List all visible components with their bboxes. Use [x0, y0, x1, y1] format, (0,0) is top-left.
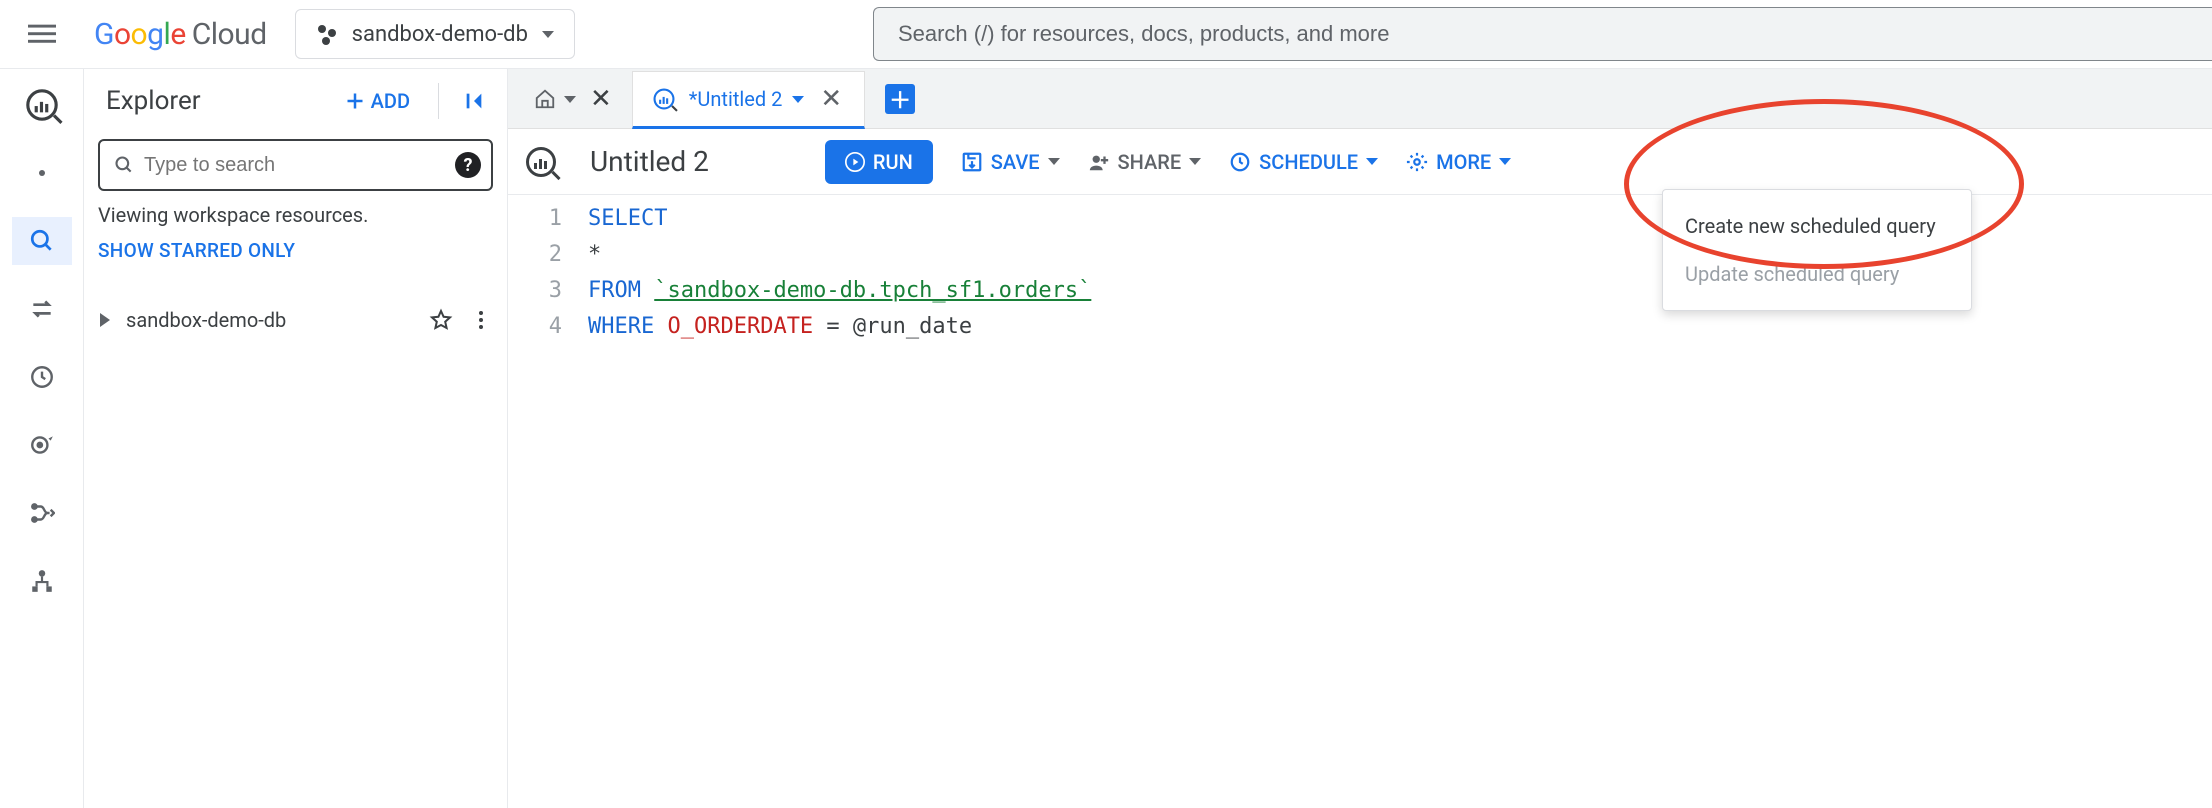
- spacer: [98, 274, 493, 284]
- top-header: GoogleCloud sandbox-demo-db: [0, 0, 2212, 68]
- chevron-down-icon: [1189, 158, 1201, 165]
- main-area: Explorer ADD ? Viewing workspace resourc…: [0, 68, 2212, 808]
- line-number: 3: [508, 273, 562, 309]
- more-label: MORE: [1436, 150, 1491, 174]
- rail-target-icon[interactable]: [12, 421, 72, 469]
- explorer-body: ? Viewing workspace resources. SHOW STAR…: [84, 133, 507, 344]
- more-vert-icon[interactable]: [469, 308, 493, 332]
- kw-select: SELECT: [588, 206, 667, 231]
- rail-transfer-icon[interactable]: [12, 285, 72, 333]
- left-icon-rail: [0, 69, 84, 808]
- close-tab-icon[interactable]: ✕: [814, 84, 848, 114]
- chevron-down-icon[interactable]: [792, 96, 804, 103]
- chevron-down-icon: [1048, 158, 1060, 165]
- save-button[interactable]: SAVE: [961, 150, 1060, 174]
- play-icon: [845, 152, 865, 172]
- schedule-button[interactable]: SCHEDULE: [1229, 150, 1378, 174]
- table-ref: `sandbox-demo-db.tpch_sf1.orders`: [654, 278, 1091, 303]
- more-button[interactable]: MORE: [1406, 150, 1511, 174]
- document-title: Untitled 2: [590, 145, 709, 178]
- explorer-header: Explorer ADD: [84, 69, 507, 133]
- share-button[interactable]: SHARE: [1088, 150, 1202, 174]
- close-home-tab[interactable]: ✕: [584, 84, 618, 114]
- run-button[interactable]: RUN: [825, 140, 933, 184]
- query-tab-active[interactable]: *Untitled 2 ✕: [632, 71, 865, 129]
- divider: [438, 83, 439, 119]
- new-tab-button[interactable]: ＋: [885, 84, 915, 114]
- col-name: O_ORDERDATE: [667, 314, 813, 339]
- run-button-label: RUN: [873, 150, 913, 174]
- code-rest: = @run_date: [813, 314, 972, 339]
- explorer-search-field[interactable]: ?: [98, 139, 493, 191]
- project-node-label: sandbox-demo-db: [126, 308, 286, 332]
- home-icon: [534, 88, 556, 110]
- line-number: 1: [508, 201, 562, 237]
- menu-icon[interactable]: [18, 10, 66, 58]
- global-search-input[interactable]: [873, 7, 2212, 61]
- line-gutter: 1 2 3 4: [508, 195, 578, 808]
- chevron-down-icon: [542, 31, 554, 38]
- explorer-title: Explorer: [106, 86, 327, 116]
- chevron-down-icon[interactable]: [564, 96, 576, 103]
- chevron-down-icon: [1499, 158, 1511, 165]
- share-icon: [1088, 151, 1110, 173]
- query-tab-icon: [653, 89, 674, 110]
- query-tab-label: *Untitled 2: [689, 87, 783, 111]
- kw-from: FROM: [588, 278, 641, 303]
- rail-bigquery-icon[interactable]: [12, 81, 72, 129]
- rail-search-icon[interactable]: [12, 217, 72, 265]
- line-number: 2: [508, 237, 562, 273]
- clock-icon: [1229, 151, 1251, 173]
- rail-migrate-icon[interactable]: [12, 489, 72, 537]
- project-picker[interactable]: sandbox-demo-db: [295, 9, 575, 59]
- schedule-label: SCHEDULE: [1259, 150, 1358, 174]
- update-scheduled-query-item: Update scheduled query: [1663, 250, 1971, 298]
- line-number: 4: [508, 309, 562, 345]
- gear-icon: [1406, 151, 1428, 173]
- bigquery-icon: [526, 147, 556, 177]
- chevron-down-icon: [1366, 158, 1378, 165]
- tab-strip: ✕ *Untitled 2 ✕ ＋: [508, 69, 2212, 129]
- home-tab[interactable]: ✕: [520, 70, 632, 128]
- add-button-label: ADD: [371, 89, 410, 113]
- star-icon[interactable]: [429, 308, 453, 332]
- project-name: sandbox-demo-db: [352, 22, 528, 47]
- expand-icon[interactable]: [100, 313, 110, 327]
- viewing-resources-text: Viewing workspace resources.: [98, 203, 493, 227]
- workspace: ✕ *Untitled 2 ✕ ＋ Untitled 2 RUN SAVE: [508, 69, 2212, 808]
- kw-where: WHERE: [588, 314, 654, 339]
- search-wrap: [873, 7, 2212, 61]
- save-label: SAVE: [991, 150, 1040, 174]
- google-cloud-logo[interactable]: GoogleCloud: [94, 10, 267, 58]
- rail-dot-icon[interactable]: [12, 149, 72, 197]
- code-star: *: [588, 242, 601, 267]
- query-toolbar: Untitled 2 RUN SAVE SHARE SCHEDULE: [508, 129, 2212, 195]
- share-label: SHARE: [1118, 150, 1182, 174]
- save-icon: [961, 151, 983, 173]
- rail-tree-icon[interactable]: [12, 557, 72, 605]
- show-starred-link[interactable]: SHOW STARRED ONLY: [98, 239, 493, 262]
- logo-product-text: Cloud: [192, 17, 267, 52]
- explorer-search-input[interactable]: [144, 154, 445, 177]
- project-tree-row[interactable]: sandbox-demo-db: [98, 296, 493, 344]
- help-icon[interactable]: ?: [455, 152, 481, 178]
- collapse-panel-button[interactable]: [457, 84, 491, 118]
- project-icon: [316, 23, 338, 45]
- explorer-panel: Explorer ADD ? Viewing workspace resourc…: [84, 69, 508, 808]
- schedule-dropdown: Create new scheduled query Update schedu…: [1662, 189, 1972, 311]
- code-area[interactable]: SELECT * FROM `sandbox-demo-db.tpch_sf1.…: [578, 195, 1091, 808]
- create-scheduled-query-item[interactable]: Create new scheduled query: [1663, 202, 1971, 250]
- add-button[interactable]: ADD: [335, 83, 420, 119]
- rail-clock-icon[interactable]: [12, 353, 72, 401]
- search-icon: [114, 155, 134, 175]
